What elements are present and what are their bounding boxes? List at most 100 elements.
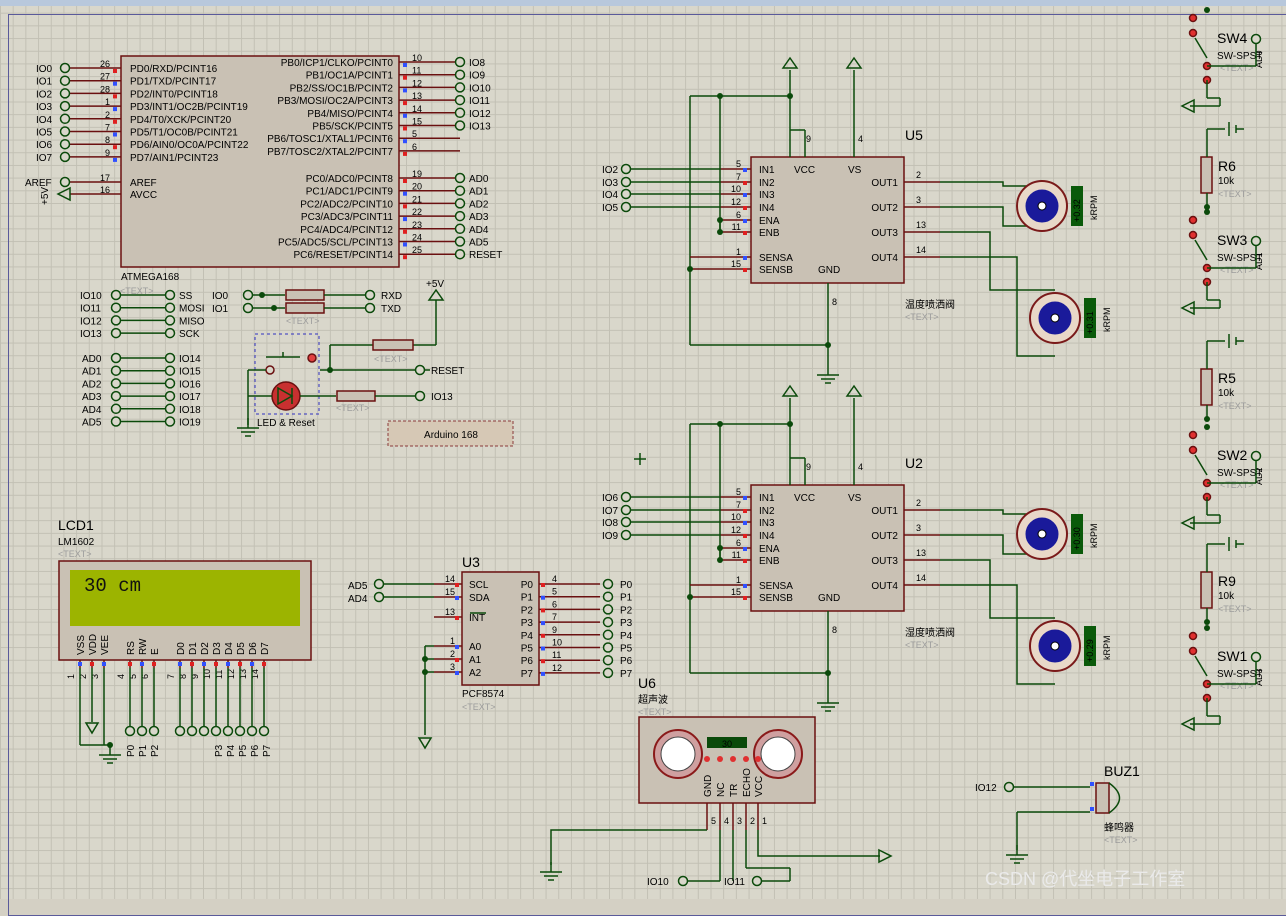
net-terminal [110,315,122,326]
pin-name: ENA [759,544,780,555]
lcd-pin-name: VEE [100,635,111,655]
pin-number: 10 [731,512,741,522]
pin-number: 15 [412,117,422,127]
terminal [602,604,614,615]
resistor-body[interactable] [1200,368,1213,406]
pin-number: 13 [916,548,926,558]
pin-marker [113,145,117,150]
resistor-body[interactable] [372,339,414,351]
ref-text: <TEXT> [905,312,939,322]
net-label: P0 [620,580,633,591]
net-label: P5 [238,744,249,757]
pin-marker [113,81,117,86]
net-terminal [164,315,176,326]
net-label: AD5 [82,418,102,429]
driver-ref: U2 [905,455,923,471]
pin-name: SENSB [759,593,793,604]
pin-name: VS [848,165,862,176]
net-label: MOSI [179,304,205,315]
pin-marker [403,204,407,209]
io-terminal [454,248,466,260]
net-label: IO5 [36,128,53,139]
junction-dot [1204,416,1210,422]
junction-dot [1204,424,1210,430]
pin-number: 2 [750,816,755,826]
pin-marker [250,662,254,666]
pin-number: 1 [736,575,741,585]
pin-marker [140,662,144,666]
pin-name: IN2 [759,506,775,517]
resistor-body[interactable] [1200,156,1213,194]
io-terminal [59,62,71,74]
pin-number: 5 [736,487,741,497]
net-label: P2 [620,605,633,616]
junction-dot [687,594,693,600]
net-label: AD0 [82,354,102,365]
resistor-body[interactable] [1200,571,1213,609]
pin-name: IN1 [759,493,775,504]
pin-marker [113,107,117,112]
net-label: IO19 [179,418,201,429]
pin-number: 26 [100,59,110,69]
resistor-body[interactable] [285,289,325,301]
pin-name: OUT2 [871,531,898,542]
net-terminal [164,352,176,364]
net-label: IO0 [212,291,229,302]
terminal [242,302,254,314]
switch-ref: SW3 [1217,232,1248,248]
pin-name: IN4 [759,203,775,214]
switch-contact [1188,430,1198,440]
pin-number: 23 [412,220,422,230]
ref-text: <TEXT> [374,354,408,364]
power-arrow [56,186,71,202]
pin-number: 17 [100,173,110,183]
pin-marker [743,534,747,538]
pin-marker [113,69,117,73]
pin-name: OUT3 [871,228,898,239]
net-label: IO11 [469,96,490,107]
pin-marker [238,662,242,666]
resistor-body[interactable] [336,390,376,402]
motor-shaft [1050,313,1060,323]
pin-marker [403,88,407,93]
pin-number: 8 [832,625,837,635]
buzzer-body[interactable] [1095,782,1110,814]
net-label: AD4 [348,594,368,605]
switch-contact [1188,631,1198,641]
pin-number: 3 [916,195,921,205]
pin-number: 3 [916,523,921,533]
net-label: AD3 [469,212,489,223]
pin-number: 6 [736,538,741,548]
pin-number: 14 [445,574,455,584]
net-label: RESET [431,366,464,377]
terminal [1250,450,1262,462]
pin-name: A0 [469,642,482,653]
watermark: CSDN @代坐电子工作室 [985,869,1185,889]
motor-rpm: +0.30 [1072,527,1082,550]
switch-blade [1194,655,1208,677]
ref-text: <TEXT> [1220,681,1254,691]
ultrasonic-reading: 30 [722,739,732,749]
pin-marker [455,596,459,600]
pin-name: PD1/TXD/PCINT17 [130,77,217,88]
pin-marker [178,662,182,666]
pin-name: PD5/T1/OC0B/PCINT21 [130,128,238,139]
wire [266,352,300,358]
pin-marker [455,616,459,620]
pin-number: 4 [724,816,729,826]
resistor-body[interactable] [285,302,325,314]
pin-marker [541,595,545,600]
switch-blade [1194,37,1208,59]
pin-name: SDA [469,593,490,604]
terminal [602,629,614,641]
terminal [198,725,210,737]
junction-dot [1204,204,1210,210]
ref-text: <TEXT> [286,316,320,326]
pin-number: 20 [412,182,422,192]
schematic-canvas[interactable]: ATMEGA168IO0 26 PD0/RXD/PCINT16IO1 27 PD1/TX… [0,0,1286,899]
pin-marker [403,255,407,260]
terminal [1250,651,1262,663]
pin-number: 2 [916,498,921,508]
net-label: RESET [469,250,502,261]
net-label: P0 [126,744,137,757]
